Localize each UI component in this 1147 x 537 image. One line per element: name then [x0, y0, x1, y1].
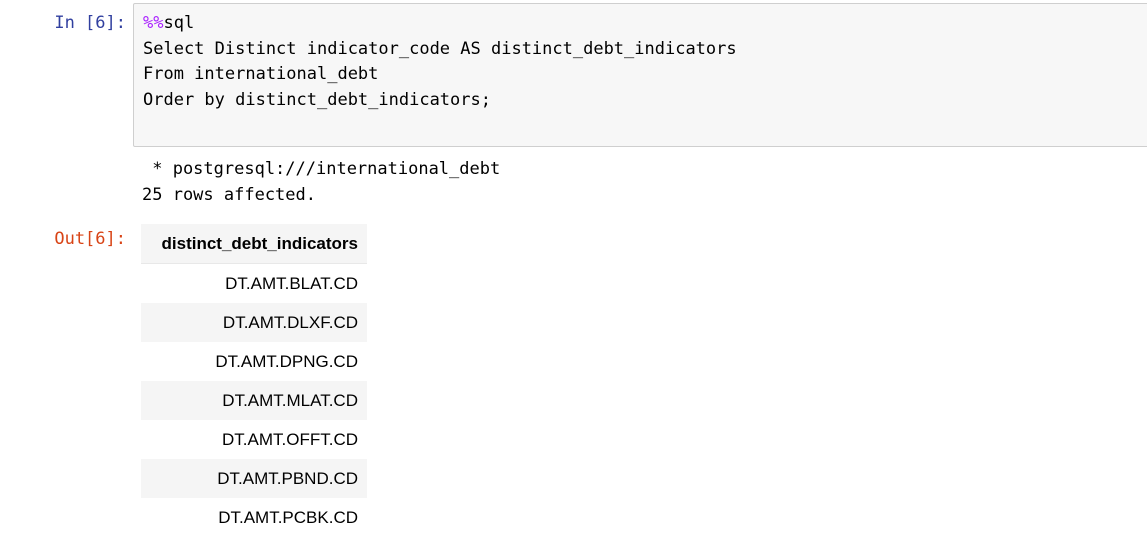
input-prompt: In [6]: [54, 13, 126, 33]
table-cell: DT.AMT.PBND.CD [141, 459, 367, 498]
table-row: DT.AMT.DPNG.CD [141, 342, 367, 381]
magic-command: sql [163, 13, 195, 33]
code-line-select: Select Distinct indicator_code AS distin… [143, 39, 737, 59]
code-line-order: Order by distinct_debt_indicators; [143, 90, 491, 110]
column-header: distinct_debt_indicators [141, 224, 367, 264]
table-row: DT.AMT.PCBK.CD [141, 498, 367, 537]
connection-info: * postgresql:///international_debt [142, 159, 501, 179]
table-cell: DT.AMT.PCBK.CD [218, 507, 358, 527]
table-row: DT.AMT.PBND.CD [141, 459, 367, 498]
code-cell-editor[interactable]: %%sql Select Distinct indicator_code AS … [133, 3, 1147, 147]
code-line-magic: %%sql [143, 12, 194, 34]
table-cell: DT.AMT.OFFT.CD [222, 429, 358, 449]
result-table: distinct_debt_indicators DT.AMT.BLAT.CD … [141, 224, 367, 537]
output-prompt: Out[6]: [54, 229, 126, 249]
table-row: DT.AMT.DLXF.CD [141, 303, 367, 342]
table-header-row: distinct_debt_indicators [141, 224, 367, 264]
code-line-from: From international_debt [143, 64, 379, 84]
table-row: DT.AMT.OFFT.CD [141, 420, 367, 459]
table-cell: DT.AMT.BLAT.CD [225, 273, 358, 293]
table-cell: DT.AMT.DLXF.CD [141, 303, 367, 342]
table-row: DT.AMT.BLAT.CD [141, 264, 367, 304]
table-cell: DT.AMT.MLAT.CD [141, 381, 367, 420]
magic-prefix: %% [143, 13, 164, 33]
table-row: DT.AMT.MLAT.CD [141, 381, 367, 420]
table-cell: DT.AMT.DPNG.CD [215, 351, 358, 371]
rows-affected: 25 rows affected. [142, 185, 316, 205]
